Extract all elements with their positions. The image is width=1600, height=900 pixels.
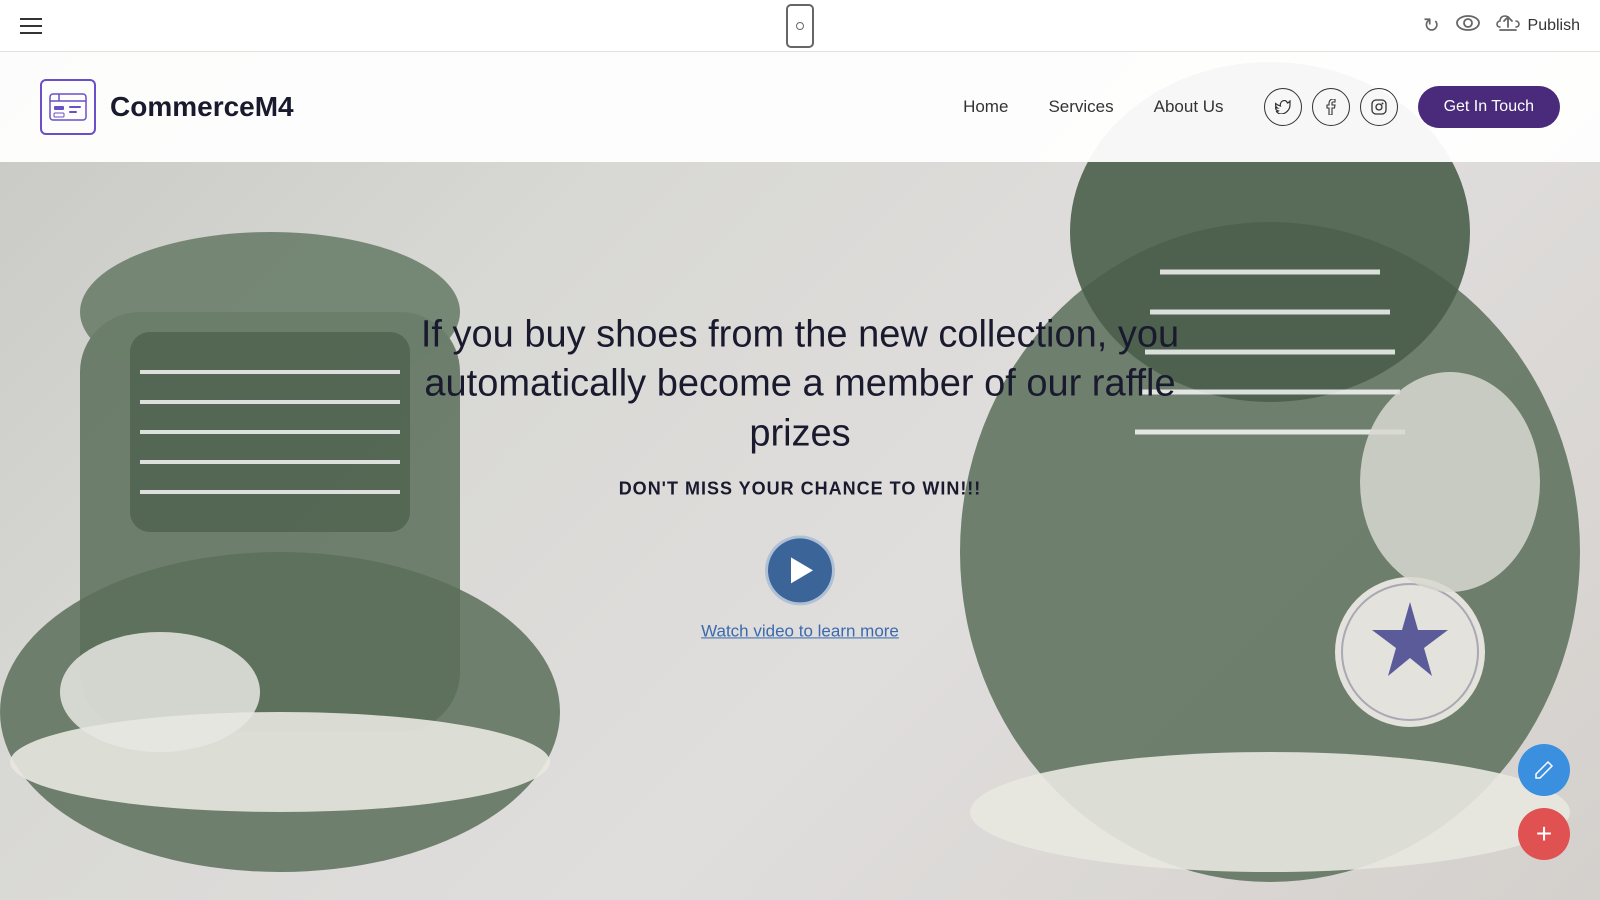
hero-title: If you buy shoes from the new collection…	[410, 310, 1190, 458]
nav-home[interactable]: Home	[963, 97, 1008, 117]
hamburger-menu-icon[interactable]	[20, 18, 42, 34]
upload-cloud-icon	[1496, 13, 1520, 38]
publish-button[interactable]: Publish	[1496, 13, 1580, 38]
hero-section: If you buy shoes from the new collection…	[0, 52, 1600, 900]
site-header: CommerceM4 Home Services About Us	[0, 52, 1600, 162]
play-btn-wrapper: Watch video to learn more	[410, 536, 1190, 642]
logo-icon	[40, 79, 96, 135]
undo-icon[interactable]: ↺	[1423, 13, 1440, 38]
mobile-preview-icon[interactable]	[786, 4, 814, 48]
nav-about-us[interactable]: About Us	[1154, 97, 1224, 117]
top-toolbar: ↺ Publish	[0, 0, 1600, 52]
site-logo-text: CommerceM4	[110, 91, 294, 123]
instagram-icon[interactable]	[1360, 88, 1398, 126]
hero-background: If you buy shoes from the new collection…	[0, 52, 1600, 900]
website-wrapper: If you buy shoes from the new collection…	[0, 52, 1600, 900]
plus-icon: +	[1536, 818, 1552, 850]
social-icons	[1264, 88, 1398, 126]
twitter-icon[interactable]	[1264, 88, 1302, 126]
toolbar-left	[20, 18, 42, 34]
preview-eye-icon[interactable]	[1456, 14, 1480, 37]
fab-container: +	[1518, 744, 1570, 860]
toolbar-right: ↺ Publish	[1423, 13, 1580, 38]
nav-area: Home Services About Us	[963, 86, 1560, 128]
fab-edit-button[interactable]	[1518, 744, 1570, 796]
fab-add-button[interactable]: +	[1518, 808, 1570, 860]
toolbar-center	[786, 4, 814, 48]
get-in-touch-button[interactable]: Get In Touch	[1418, 86, 1560, 128]
hero-content: If you buy shoes from the new collection…	[410, 310, 1190, 641]
nav-services[interactable]: Services	[1048, 97, 1113, 117]
publish-label: Publish	[1528, 17, 1580, 35]
hero-subtitle: DON'T MISS YOUR CHANCE TO WIN!!!	[410, 479, 1190, 500]
logo-area: CommerceM4	[40, 79, 294, 135]
play-triangle-icon	[791, 558, 813, 584]
play-video-button[interactable]	[765, 536, 835, 606]
nav-links: Home Services About Us	[963, 97, 1223, 117]
watch-video-link[interactable]: Watch video to learn more	[701, 622, 899, 642]
facebook-icon[interactable]	[1312, 88, 1350, 126]
